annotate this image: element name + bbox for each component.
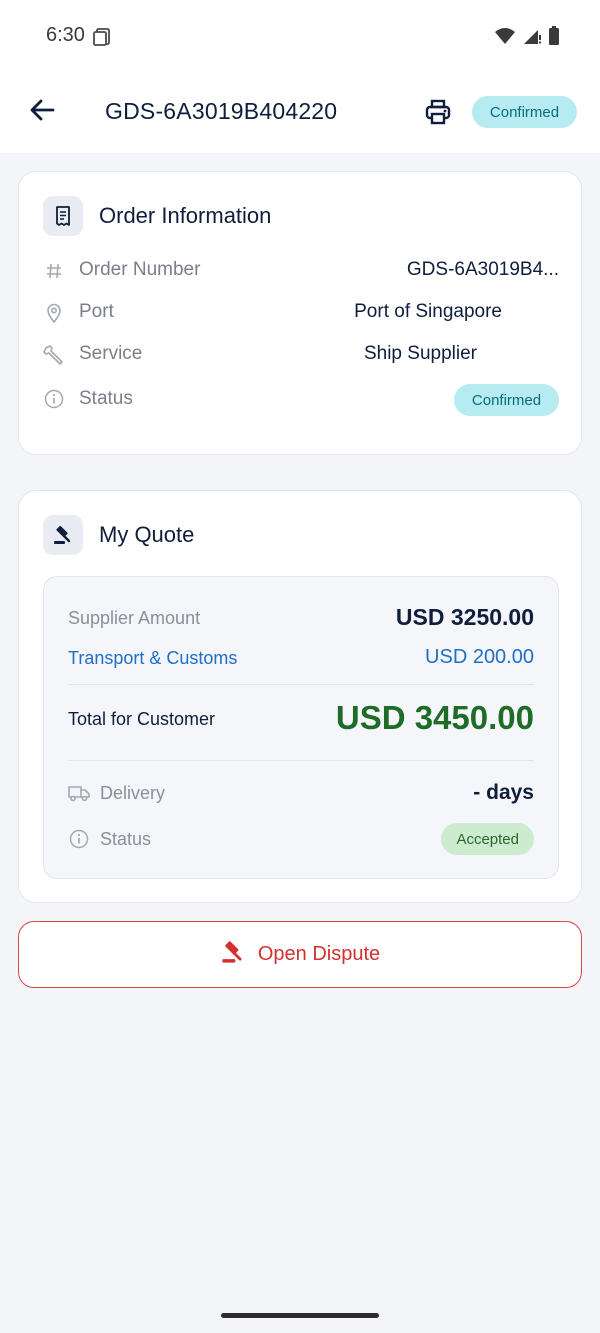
sim-card-icon: [92, 27, 112, 52]
gavel-icon: [220, 939, 246, 971]
gavel-icon: [43, 515, 83, 555]
order-number-label: Order Number: [79, 259, 201, 280]
info-icon: [43, 388, 65, 410]
delivery-row: Delivery - days: [68, 779, 534, 811]
quote-status-label: Status: [100, 829, 152, 849]
status-label: Status: [79, 388, 133, 409]
hash-icon: [43, 260, 65, 282]
supplier-amount-value: USD 3250.00: [395, 604, 534, 630]
page-title: GDS-6A3019B404220: [105, 98, 338, 124]
info-row-port: Port Port of Singapore: [43, 298, 559, 328]
quote-summary-box: Supplier Amount USD 3250.00 Transport & …: [43, 576, 559, 879]
info-row-status: Status Confirmed: [43, 384, 559, 418]
status-badge: Confirmed: [472, 96, 577, 128]
arrow-left-icon: [28, 96, 56, 129]
service-label: Service: [79, 343, 143, 364]
port-label: Port: [79, 301, 114, 322]
status-bar: 6:30: [0, 0, 600, 72]
supplier-amount-label: Supplier Amount: [68, 608, 201, 628]
signal-icon: [522, 27, 542, 50]
transport-customs-row: Transport & Customs USD 200.00: [68, 645, 534, 675]
transport-customs-label: Transport & Customs: [68, 648, 238, 668]
status-icons: [494, 26, 560, 51]
wifi-icon: [494, 27, 516, 50]
port-value: Port of Singapore: [354, 301, 502, 322]
total-label: Total for Customer: [68, 709, 216, 729]
my-quote-card: My Quote Supplier Amount USD 3250.00 Tra…: [18, 490, 582, 903]
status-time: 6:30: [46, 24, 85, 46]
open-dispute-button[interactable]: Open Dispute: [18, 921, 582, 988]
delivery-value: - days: [473, 781, 534, 804]
receipt-icon: [43, 196, 83, 236]
total-value: USD 3450.00: [335, 699, 534, 736]
print-button[interactable]: [422, 98, 454, 130]
quote-status-row: Status Accepted: [68, 822, 534, 856]
app-bar: GDS-6A3019B404220 Confirmed: [0, 72, 600, 153]
info-row-order-number: Order Number GDS-6A3019B4...: [43, 256, 559, 286]
divider: [68, 684, 534, 685]
info-row-service: Service Ship Supplier: [43, 340, 559, 370]
location-pin-icon: [43, 302, 65, 324]
service-value: Ship Supplier: [363, 343, 477, 364]
battery-icon: [548, 26, 560, 51]
accepted-badge: Accepted: [441, 823, 534, 855]
wrench-icon: [43, 344, 65, 366]
my-quote-title: My Quote: [99, 522, 195, 547]
truck-icon: [68, 784, 90, 807]
delivery-label: Delivery: [100, 783, 166, 803]
order-info-title: Order Information: [99, 203, 272, 228]
supplier-amount-row: Supplier Amount USD 3250.00: [68, 603, 534, 637]
transport-customs-value: USD 200.00: [425, 646, 534, 668]
total-row: Total for Customer USD 3450.00: [68, 697, 534, 747]
order-info-card: Order Information Order Number GDS-6A301…: [18, 171, 582, 455]
order-number-value: GDS-6A3019B4...: [406, 259, 559, 280]
printer-icon: [424, 98, 452, 131]
back-button[interactable]: [26, 96, 58, 128]
open-dispute-label: Open Dispute: [257, 943, 381, 965]
order-status-badge: Confirmed: [454, 384, 559, 416]
divider: [68, 760, 534, 761]
info-icon: [69, 829, 89, 854]
home-indicator[interactable]: [221, 1313, 379, 1318]
